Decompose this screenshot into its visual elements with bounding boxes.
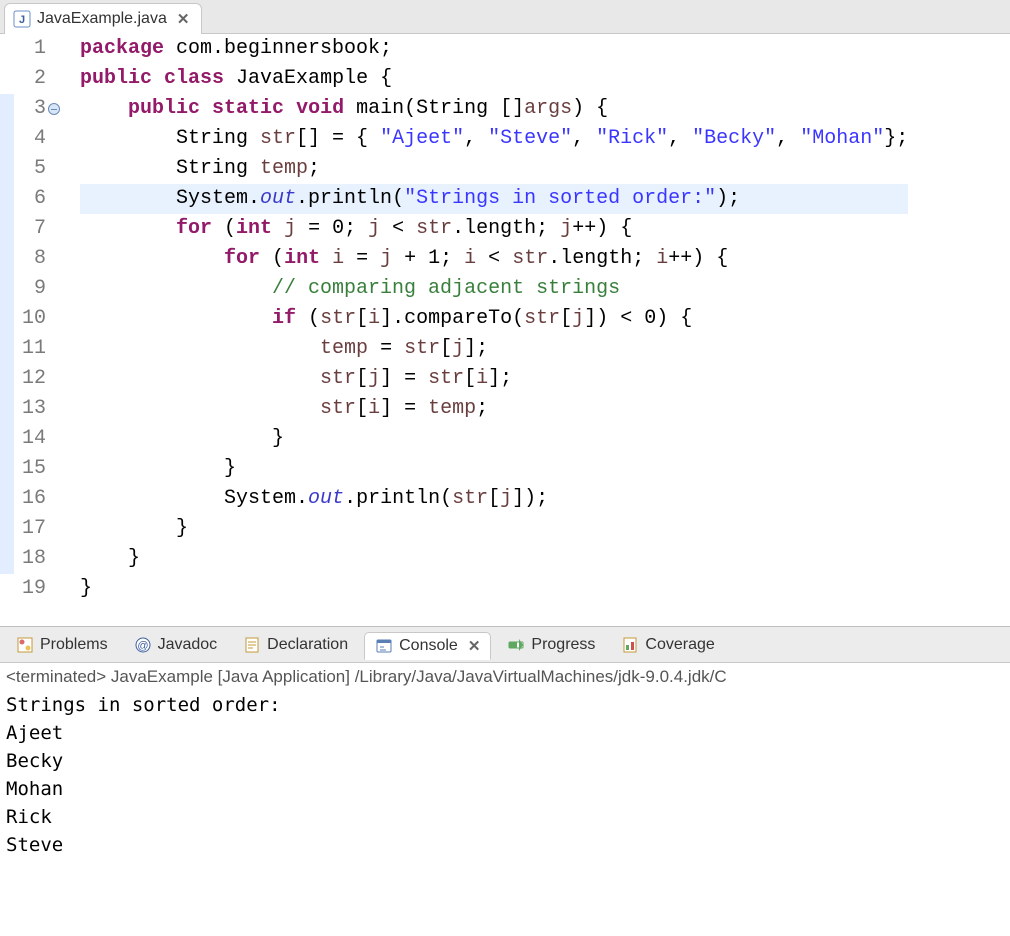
line-number: 19 bbox=[18, 574, 46, 604]
line-number: 17 bbox=[18, 514, 46, 544]
close-icon[interactable]: ✕ bbox=[468, 637, 481, 655]
code-line[interactable]: String temp; bbox=[80, 154, 908, 184]
declaration-icon bbox=[243, 636, 261, 654]
code-line[interactable]: } bbox=[80, 544, 908, 574]
line-number: 3 bbox=[18, 94, 46, 124]
tab-console[interactable]: Console ✕ bbox=[364, 632, 491, 660]
problems-icon bbox=[16, 636, 34, 654]
code-line[interactable]: // comparing adjacent strings bbox=[80, 274, 908, 304]
line-number: 8 bbox=[18, 244, 46, 274]
code-line[interactable]: public static void main(String []args) { bbox=[80, 94, 908, 124]
code-line[interactable]: } bbox=[80, 424, 908, 454]
fold-toggle-icon[interactable] bbox=[48, 103, 60, 115]
code-line[interactable]: System.out.println("Strings in sorted or… bbox=[80, 184, 908, 214]
line-number: 2 bbox=[18, 64, 46, 94]
code-editor[interactable]: 12345678910111213141516171819 package co… bbox=[0, 34, 1010, 604]
code-line[interactable]: temp = str[j]; bbox=[80, 334, 908, 364]
code-line[interactable]: } bbox=[80, 514, 908, 544]
code-content[interactable]: package com.beginnersbook;public class J… bbox=[74, 34, 908, 604]
tab-problems-label: Problems bbox=[40, 636, 108, 654]
line-number: 18 bbox=[18, 544, 46, 574]
change-marker-strip bbox=[0, 34, 14, 604]
line-number: 14 bbox=[18, 424, 46, 454]
bottom-tab-bar: Problems @ Javadoc Declaration Console ✕ bbox=[0, 627, 1010, 663]
line-number: 5 bbox=[18, 154, 46, 184]
line-number: 15 bbox=[18, 454, 46, 484]
line-number: 7 bbox=[18, 214, 46, 244]
line-number: 1 bbox=[18, 34, 46, 64]
java-file-icon: J bbox=[13, 10, 31, 28]
tab-declaration[interactable]: Declaration bbox=[233, 632, 358, 658]
line-number: 4 bbox=[18, 124, 46, 154]
editor-tab-bar: J JavaExample.java ✕ bbox=[0, 0, 1010, 34]
code-line[interactable]: for (int j = 0; j < str.length; j++) { bbox=[80, 214, 908, 244]
code-line[interactable]: str[j] = str[i]; bbox=[80, 364, 908, 394]
progress-icon bbox=[507, 636, 525, 654]
tab-coverage-label: Coverage bbox=[645, 636, 714, 654]
tab-console-label: Console bbox=[399, 637, 458, 655]
editor-tab-label: JavaExample.java bbox=[37, 10, 167, 28]
editor-tab-active[interactable]: J JavaExample.java ✕ bbox=[4, 3, 202, 34]
line-number: 11 bbox=[18, 334, 46, 364]
tab-progress[interactable]: Progress bbox=[497, 632, 605, 658]
close-icon[interactable]: ✕ bbox=[177, 10, 190, 28]
tab-problems[interactable]: Problems bbox=[6, 632, 118, 658]
line-number: 12 bbox=[18, 364, 46, 394]
coverage-icon bbox=[621, 636, 639, 654]
tab-progress-label: Progress bbox=[531, 636, 595, 654]
line-number-gutter: 12345678910111213141516171819 bbox=[14, 34, 54, 604]
console-output[interactable]: Strings in sorted order: Ajeet Becky Moh… bbox=[0, 689, 1010, 871]
console-icon bbox=[375, 637, 393, 655]
code-line[interactable]: package com.beginnersbook; bbox=[80, 34, 908, 64]
fold-column bbox=[54, 34, 74, 604]
javadoc-icon: @ bbox=[134, 636, 152, 654]
svg-text:J: J bbox=[19, 14, 25, 26]
line-number: 6 bbox=[18, 184, 46, 214]
code-line[interactable]: } bbox=[80, 574, 908, 604]
tab-javadoc[interactable]: @ Javadoc bbox=[124, 632, 228, 658]
svg-text:@: @ bbox=[137, 640, 148, 652]
code-line[interactable]: public class JavaExample { bbox=[80, 64, 908, 94]
code-line[interactable]: for (int i = j + 1; i < str.length; i++)… bbox=[80, 244, 908, 274]
line-number: 16 bbox=[18, 484, 46, 514]
console-status-line: <terminated> JavaExample [Java Applicati… bbox=[0, 663, 1010, 689]
code-line[interactable]: if (str[i].compareTo(str[j]) < 0) { bbox=[80, 304, 908, 334]
line-number: 10 bbox=[18, 304, 46, 334]
code-line[interactable]: System.out.println(str[j]); bbox=[80, 484, 908, 514]
code-line[interactable]: str[i] = temp; bbox=[80, 394, 908, 424]
line-number: 13 bbox=[18, 394, 46, 424]
line-number: 9 bbox=[18, 274, 46, 304]
code-line[interactable]: } bbox=[80, 454, 908, 484]
code-line[interactable]: String str[] = { "Ajeet", "Steve", "Rick… bbox=[80, 124, 908, 154]
bottom-panel: Problems @ Javadoc Declaration Console ✕ bbox=[0, 626, 1010, 871]
tab-javadoc-label: Javadoc bbox=[158, 636, 218, 654]
tab-declaration-label: Declaration bbox=[267, 636, 348, 654]
tab-coverage[interactable]: Coverage bbox=[611, 632, 724, 658]
